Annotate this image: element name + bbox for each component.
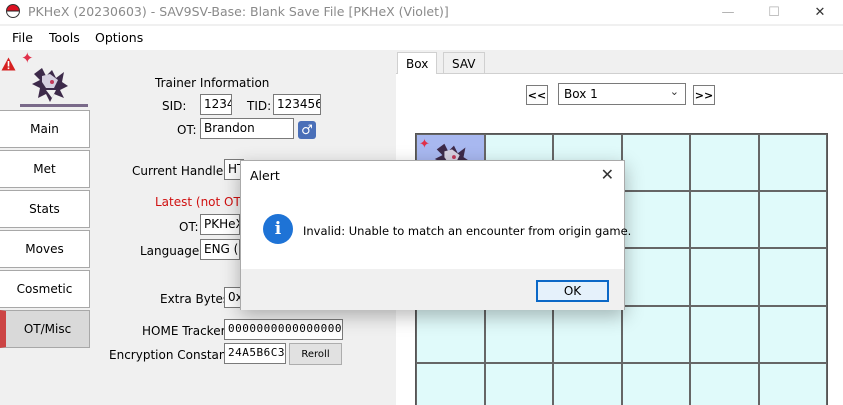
home-tracker-field[interactable]: 0000000000000000	[224, 319, 343, 340]
alert-title: Alert	[250, 168, 280, 183]
ot-name-field[interactable]: Brandon	[200, 118, 294, 139]
language-label: Language:	[140, 244, 204, 258]
maximize-button[interactable]: ☐	[751, 0, 797, 24]
tab-stats[interactable]: Stats	[0, 190, 90, 228]
sid-field[interactable]: 1234	[200, 94, 232, 115]
current-handler-label: Current Handler:	[132, 164, 232, 178]
box-slot[interactable]	[690, 248, 759, 306]
sid-label: SID:	[162, 99, 187, 113]
handler-ot-label: OT:	[179, 220, 199, 234]
alert-body: i Invalid: Unable to match an encounter …	[241, 191, 631, 271]
box-slot[interactable]	[621, 134, 690, 192]
next-box-button[interactable]: >>	[693, 85, 715, 105]
language-select[interactable]: ENG (E	[200, 239, 240, 260]
box-slot[interactable]	[758, 134, 827, 192]
tid-field[interactable]: 123456	[273, 94, 321, 115]
box-slot[interactable]	[484, 305, 553, 363]
alert-message: Invalid: Unable to match an encounter fr…	[303, 224, 632, 238]
window-title: PKHeX (20230603) - SAV9SV-Base: Blank Sa…	[28, 4, 449, 19]
encryption-constant-field[interactable]: 24A5B6C3	[224, 343, 286, 364]
tab-met[interactable]: Met	[0, 150, 90, 188]
trainer-info-heading: Trainer Information	[155, 76, 270, 90]
tab-met-label: Met	[33, 162, 56, 176]
tid-label: TID:	[247, 99, 272, 113]
ot-label: OT:	[177, 123, 197, 137]
alert-footer: OK	[241, 269, 624, 310]
ot-gender-button[interactable]: ♂	[298, 121, 316, 139]
box-slot[interactable]	[553, 305, 622, 363]
ok-button[interactable]: OK	[536, 280, 609, 302]
box-slot[interactable]	[758, 362, 827, 405]
tab-ot-misc-label: OT/Misc	[23, 322, 72, 336]
tab-main-label: Main	[30, 122, 59, 136]
encryption-constant-label: Encryption Constant:	[109, 348, 236, 362]
menu-options[interactable]: Options	[95, 30, 143, 45]
tab-box[interactable]: Box	[397, 52, 438, 74]
menu-tools[interactable]: Tools	[49, 30, 80, 45]
tab-sav[interactable]: SAV	[443, 52, 485, 74]
box-slot[interactable]	[484, 362, 553, 405]
box-slot[interactable]	[758, 191, 827, 249]
extra-bytes-label: Extra Bytes:	[160, 292, 234, 306]
pokemon-sprite	[32, 68, 68, 102]
box-slot[interactable]	[553, 362, 622, 405]
box-selector-value: Box 1	[564, 87, 598, 101]
sprite-underline	[20, 104, 88, 107]
menu-bar: File Tools Options	[0, 26, 843, 50]
alert-close-button[interactable]: ✕	[601, 165, 614, 184]
box-selector[interactable]: Box 1 ⌄	[558, 83, 686, 105]
prev-box-button[interactable]: <<	[526, 85, 548, 105]
tab-stats-label: Stats	[29, 202, 60, 216]
box-slot[interactable]	[690, 134, 759, 192]
chevron-down-icon: ⌄	[669, 85, 679, 98]
box-slot[interactable]	[416, 362, 485, 405]
tab-main[interactable]: Main	[0, 110, 90, 148]
tab-cosmetic-label: Cosmetic	[16, 282, 73, 296]
box-slot[interactable]	[690, 191, 759, 249]
close-icon: ✕	[600, 165, 614, 184]
shiny-sparkle-icon: ✦	[419, 137, 430, 152]
box-slot[interactable]	[416, 305, 485, 363]
menu-file[interactable]: File	[12, 30, 33, 45]
box-slot[interactable]	[758, 248, 827, 306]
left-panel: ✦ Main Met Stats Moves Cosmetic OT/Misc	[0, 50, 92, 405]
box-slot[interactable]	[690, 305, 759, 363]
info-icon: i	[263, 214, 293, 244]
handler-name-field[interactable]: PKHeX	[200, 214, 240, 235]
minimize-icon: —	[721, 4, 735, 20]
close-icon: ✕	[814, 4, 826, 20]
tab-moves-label: Moves	[25, 242, 64, 256]
alert-dialog: Alert ✕ i Invalid: Unable to match an en…	[240, 160, 631, 310]
box-slot[interactable]	[690, 362, 759, 405]
box-slot[interactable]	[758, 305, 827, 363]
home-tracker-label: HOME Tracker:	[142, 324, 230, 338]
pokeball-icon	[6, 4, 20, 18]
close-button[interactable]: ✕	[797, 0, 843, 24]
title-bar: PKHeX (20230603) - SAV9SV-Base: Blank Sa…	[0, 0, 843, 24]
tab-moves[interactable]: Moves	[0, 230, 90, 268]
male-icon: ♂	[301, 122, 313, 138]
maximize-icon: ☐	[768, 4, 780, 20]
tab-ot-misc[interactable]: OT/Misc	[0, 310, 90, 348]
warning-icon	[1, 57, 16, 71]
box-slot[interactable]	[621, 362, 690, 405]
box-slot[interactable]	[621, 191, 690, 249]
minimize-button[interactable]: —	[705, 0, 751, 24]
reroll-button[interactable]: Reroll	[289, 343, 342, 365]
tab-cosmetic[interactable]: Cosmetic	[0, 270, 90, 308]
alert-title-bar: Alert ✕	[241, 161, 624, 191]
box-slot[interactable]	[621, 305, 690, 363]
box-slot[interactable]	[621, 248, 690, 306]
